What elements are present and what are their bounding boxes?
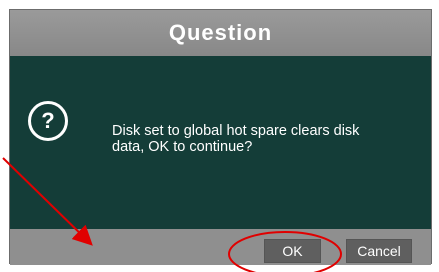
question-circle-icon: ?	[28, 101, 68, 141]
dialog-message: Disk set to global hot spare clears disk…	[112, 123, 360, 155]
dialog-footer: OK Cancel	[10, 229, 431, 265]
dialog-title-bar: Question	[10, 10, 431, 56]
question-dialog: Question ? Disk set to global hot spare …	[9, 9, 432, 265]
cancel-button[interactable]: Cancel	[346, 239, 412, 263]
ok-button[interactable]: OK	[264, 239, 321, 263]
dialog-title: Question	[168, 20, 273, 45]
question-mark-glyph: ?	[41, 108, 55, 133]
dialog-body: ? Disk set to global hot spare clears di…	[10, 56, 431, 229]
